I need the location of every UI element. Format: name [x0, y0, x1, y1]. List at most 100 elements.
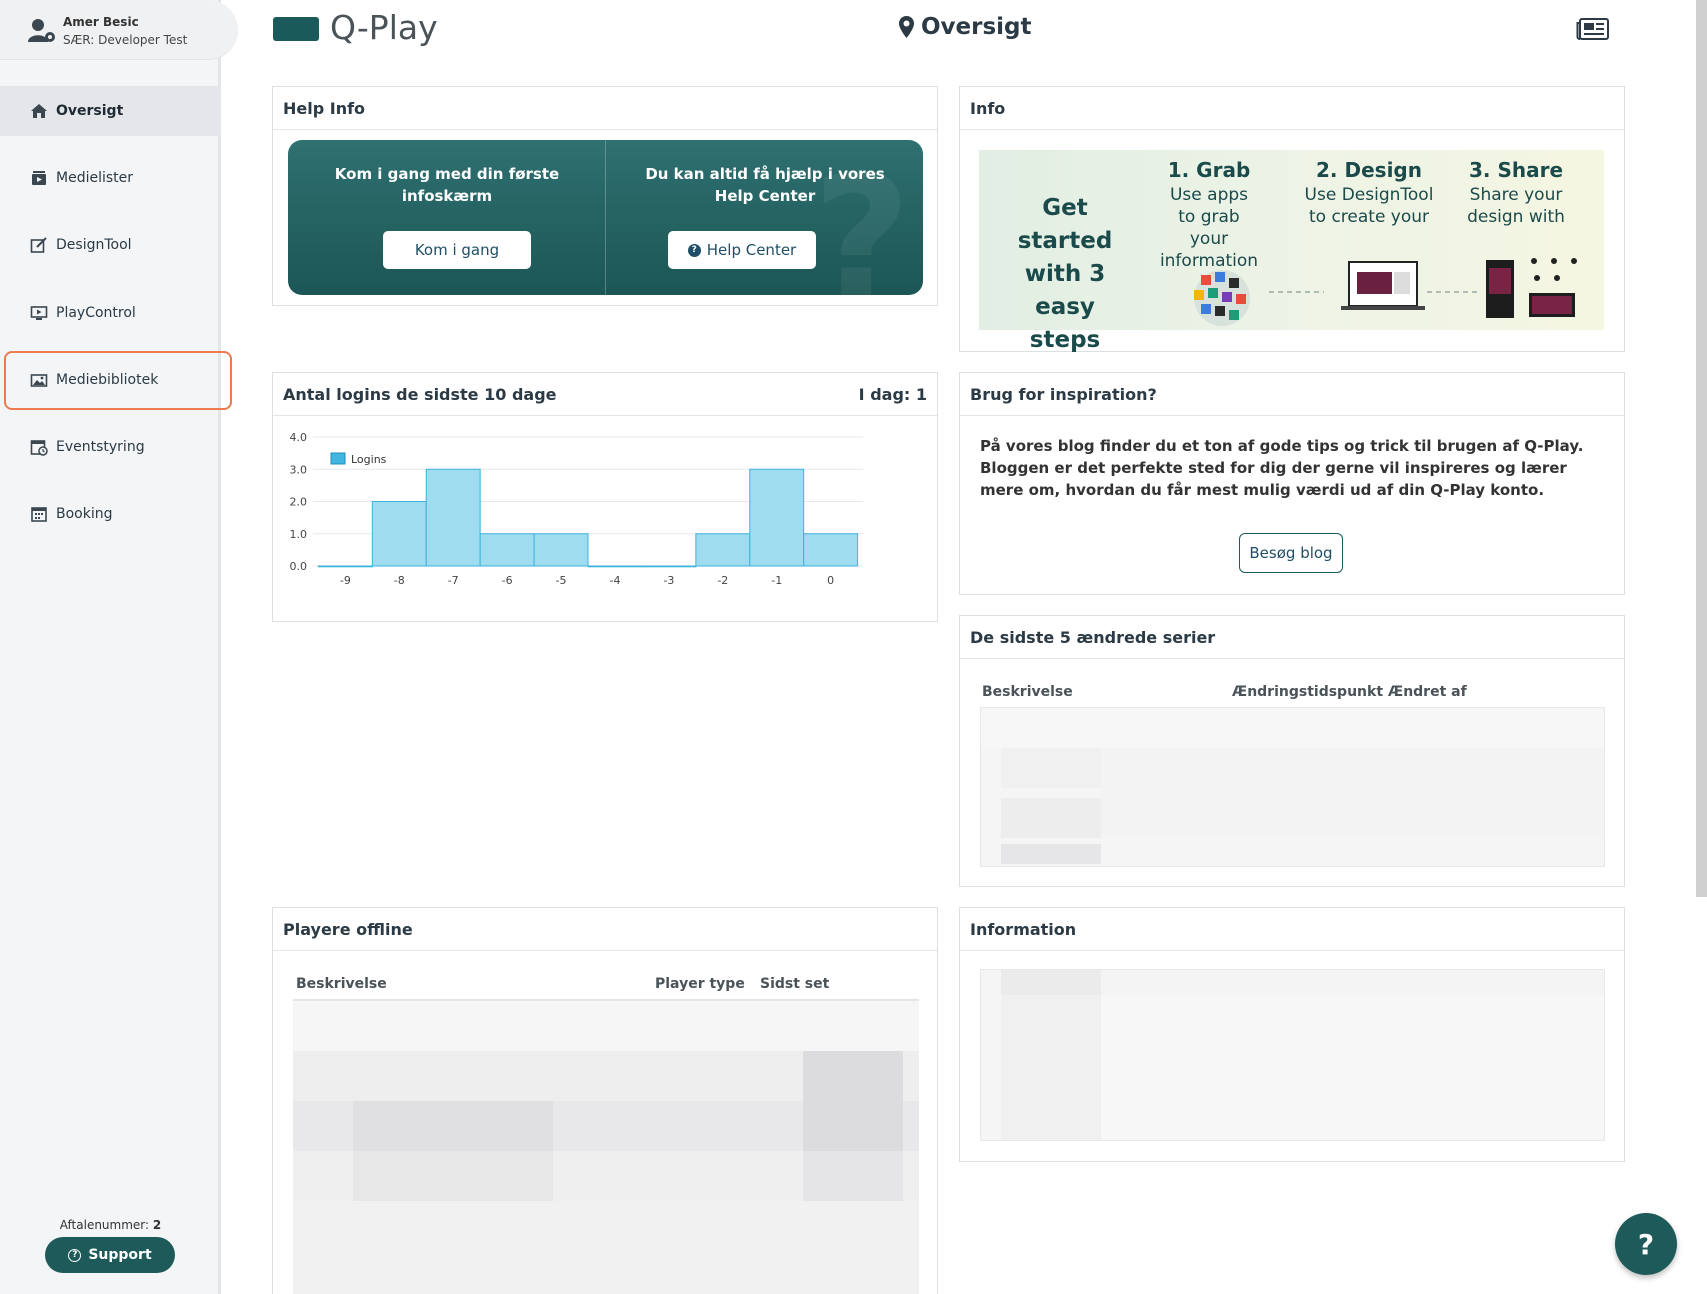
- x-tick-label: -4: [609, 574, 620, 587]
- column-header-last-seen[interactable]: Sidst set: [760, 976, 829, 992]
- blurred-table-content: [980, 707, 1605, 867]
- x-tick-label: -3: [663, 574, 674, 587]
- bar: [587, 565, 643, 568]
- media-list-icon: [32, 171, 46, 185]
- page-title: Oversigt: [898, 14, 1032, 40]
- panel-title: Antal logins de sidste 10 dage I dag: 1: [273, 373, 937, 416]
- sidebar-item-label: Eventstyring: [56, 439, 145, 455]
- user-organization: SÆR: Developer Test: [63, 33, 188, 47]
- panel-title: Help Info: [273, 87, 937, 130]
- help-banner: ? Kom i gang med din første infoskærm Ko…: [288, 140, 923, 295]
- inspiration-panel: Brug for inspiration? På vores blog find…: [959, 372, 1625, 595]
- help-info-panel: Help Info ? Kom i gang med din første in…: [272, 86, 938, 306]
- logo-text: Q-Play: [330, 8, 438, 47]
- info-panel: Info Get started with 3 easy steps 1. Gr…: [959, 86, 1625, 353]
- play-control-icon: [30, 306, 48, 320]
- panel-title: De sidste 5 ændrede serier: [960, 616, 1624, 659]
- agreement-number: Aftalenummer: 2: [59, 1218, 162, 1232]
- bar: [479, 533, 535, 567]
- bar: [641, 565, 697, 568]
- x-tick-label: -2: [717, 574, 728, 587]
- blurred-information-content: [980, 969, 1605, 1141]
- inspiration-text: På vores blog finder du et ton af gode t…: [980, 437, 1584, 499]
- question-icon: ?: [68, 1248, 82, 1262]
- devices-illustration: [1486, 258, 1577, 318]
- sidebar-item-label: Booking: [56, 506, 113, 522]
- support-button[interactable]: ? Support: [45, 1237, 175, 1273]
- logins-bar-chart: 0.0 1.0 2.0 3.0 4.0 -9 -8 -7 -6 -5 -4 -3 -2 -1 0 Logins: [290, 431, 863, 587]
- bar: [371, 501, 427, 567]
- get-started-banner[interactable]: Get started with 3 easy steps 1. Grab Us…: [979, 150, 1604, 353]
- event-calendar-icon: [30, 440, 48, 456]
- map-pin-icon: [899, 16, 914, 38]
- sidebar-item-eventstyring[interactable]: Eventstyring: [0, 422, 221, 472]
- sidebar-item-oversigt[interactable]: Oversigt: [0, 86, 221, 136]
- panel-title: Information: [960, 908, 1624, 951]
- panel-title: Playere offline: [273, 908, 937, 951]
- bar: [317, 565, 373, 568]
- sidebar-item-medielister[interactable]: Medielister: [0, 153, 221, 203]
- column-header-changed-by[interactable]: Ændret af: [1388, 684, 1467, 700]
- bar: [425, 468, 481, 567]
- sidebar: Amer Besic SÆR: Developer Test Oversigt …: [0, 0, 238, 1294]
- legend-label: Logins: [351, 453, 387, 466]
- blurred-table-content: [293, 999, 919, 1294]
- visit-blog-button[interactable]: Besøg blog: [1239, 533, 1343, 573]
- column-header-player-type[interactable]: Player type: [655, 976, 745, 992]
- x-tick-label: -6: [502, 574, 513, 587]
- y-tick-label: 4.0: [290, 431, 308, 444]
- bar: [803, 533, 859, 567]
- question-circle-icon: ?: [687, 243, 701, 257]
- help-floating-button[interactable]: ?: [1615, 1213, 1677, 1275]
- x-tick-label: -8: [394, 574, 405, 587]
- sidebar-item-designtool[interactable]: DesignTool: [0, 220, 221, 270]
- recent-series-panel: De sidste 5 ændrede serier Beskrivelse Æ…: [959, 615, 1625, 887]
- y-tick-label: 1.0: [290, 528, 308, 541]
- help-center-button[interactable]: ? Help Center: [668, 231, 816, 269]
- y-tick-label: 0.0: [290, 560, 308, 573]
- get-started-button[interactable]: Kom i gang: [383, 231, 531, 269]
- sidebar-item-label: Oversigt: [56, 103, 124, 119]
- logo-mark: [273, 17, 319, 41]
- column-header-changed-time[interactable]: Ændringstidspunkt: [1232, 684, 1383, 700]
- legend-swatch: [330, 452, 346, 465]
- panel-title: Brug for inspiration?: [960, 373, 1624, 416]
- user-name: Amer Besic: [63, 15, 139, 29]
- sidebar-item-booking[interactable]: Booking: [0, 489, 221, 539]
- sidebar-item-playcontrol[interactable]: PlayControl: [0, 288, 221, 338]
- information-panel: Information: [959, 907, 1625, 1162]
- x-tick-label: -7: [448, 574, 459, 587]
- column-header-description[interactable]: Beskrivelse: [296, 976, 387, 992]
- user-settings-icon: [28, 19, 55, 42]
- get-started-column: Kom i gang med din første infoskærm Kom …: [288, 140, 606, 295]
- sidebar-item-label: Medielister: [56, 170, 134, 186]
- y-tick-label: 3.0: [290, 463, 308, 476]
- get-started-text: Kom i gang med din første infoskærm: [334, 165, 560, 205]
- sidebar-item-label: DesignTool: [56, 237, 132, 253]
- highlight-outline: [4, 351, 232, 410]
- newspaper-icon[interactable]: [1576, 17, 1610, 41]
- design-tool-icon: [30, 237, 47, 253]
- user-profile[interactable]: Amer Besic SÆR: Developer Test: [0, 0, 238, 60]
- x-tick-label: -5: [556, 574, 567, 587]
- help-center-text: Du kan altid få hjælp i vores Help Cente…: [645, 165, 885, 205]
- today-count: I dag: 1: [858, 384, 927, 404]
- column-header-description[interactable]: Beskrivelse: [982, 684, 1073, 700]
- help-center-column: Du kan altid få hjælp i vores Help Cente…: [606, 140, 923, 295]
- logins-chart-panel: Antal logins de sidste 10 dage I dag: 1 …: [272, 372, 938, 622]
- sidebar-item-label: PlayControl: [56, 305, 136, 321]
- bar: [695, 533, 751, 567]
- bar: [749, 468, 805, 567]
- laptop-illustration: [1341, 261, 1425, 310]
- home-icon: [31, 104, 47, 118]
- bar: [533, 533, 589, 567]
- x-tick-label: 0: [827, 574, 834, 587]
- panel-title: Info: [960, 87, 1624, 130]
- apps-cluster-illustration: [1194, 270, 1250, 326]
- x-tick-label: -1: [771, 574, 782, 587]
- steps-illustration: [1194, 258, 1577, 326]
- scrollbar[interactable]: [1696, 0, 1707, 897]
- booking-calendar-icon: [31, 507, 47, 522]
- y-tick-label: 2.0: [290, 496, 308, 509]
- players-offline-panel: Playere offline Beskrivelse Player type …: [272, 907, 938, 1294]
